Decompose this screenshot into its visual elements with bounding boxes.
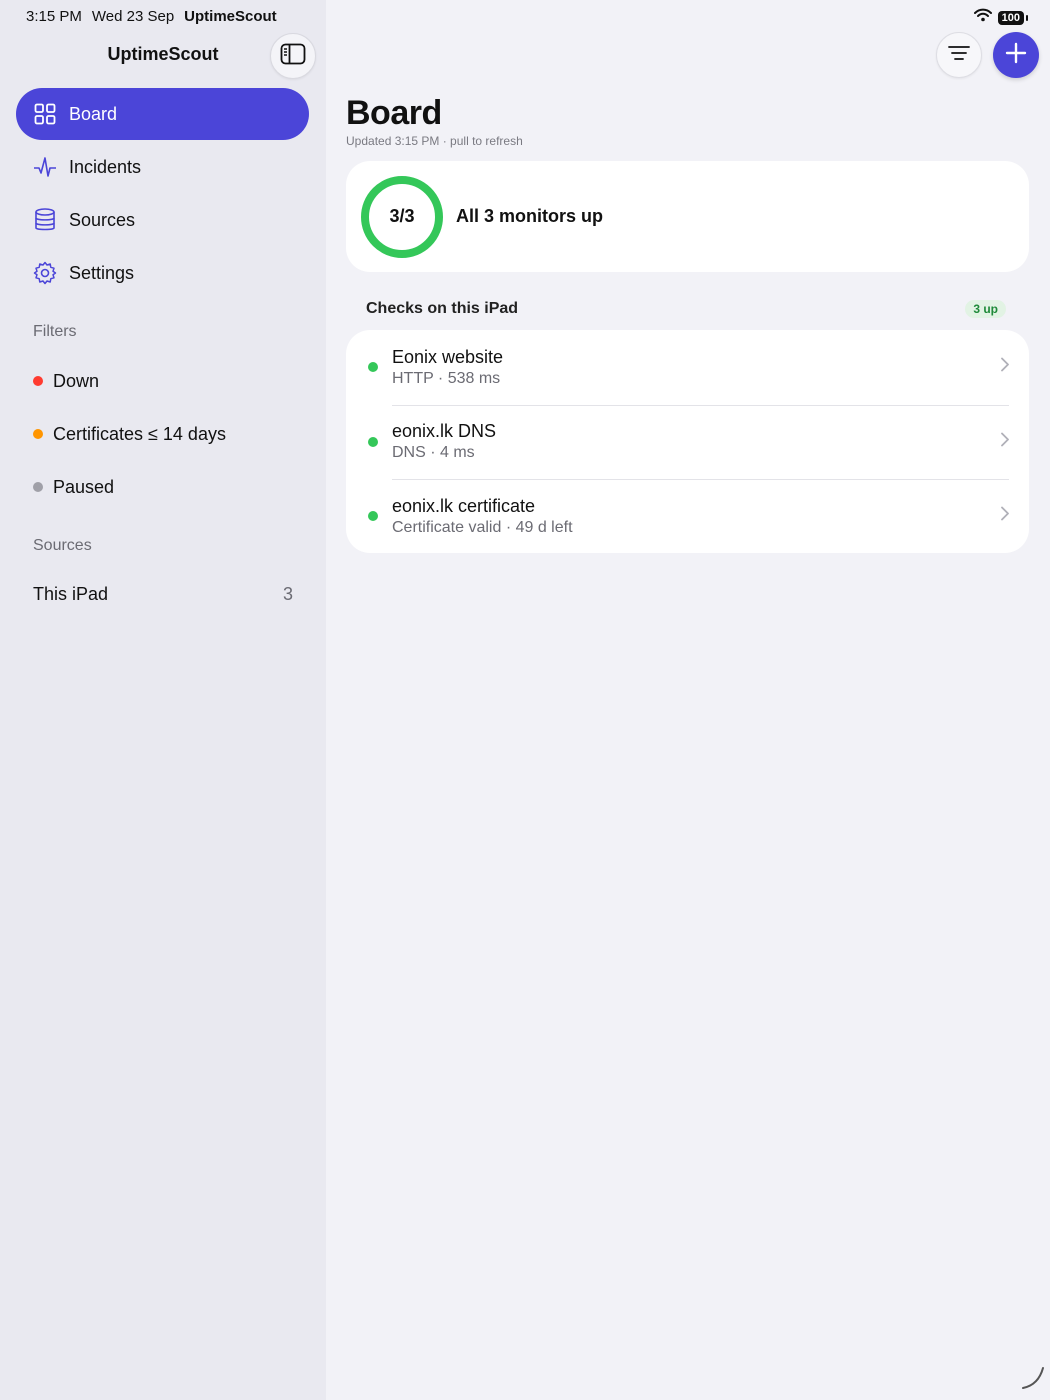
chevron-right-icon — [1000, 506, 1009, 526]
list-item[interactable]: eonix.lk certificate Certificate valid ·… — [346, 479, 1029, 553]
source-label: This iPad — [33, 584, 109, 604]
battery-indicator: 100 — [997, 10, 1029, 25]
check-detail: Certificate valid · 49 d left — [392, 518, 573, 536]
red-dot-icon — [33, 376, 43, 386]
status-app-name: UptimeScout — [184, 8, 277, 25]
checks-list-header: Checks on this iPad 3 up — [366, 300, 1006, 318]
filter-label: Certificates ≤ 14 days — [53, 423, 226, 444]
sidebar-item-label: Board — [69, 103, 118, 124]
uptime-ring: 3/3 — [361, 175, 443, 258]
summary-card: 3/3 All 3 monitors up — [346, 161, 1029, 272]
sidebar-item-label: Incidents — [69, 156, 142, 177]
check-name: Eonix website — [392, 346, 504, 367]
filter-lines-icon — [948, 45, 970, 66]
chevron-right-icon — [1000, 432, 1009, 451]
filter-paused[interactable]: Paused — [33, 472, 114, 502]
page-title: Board — [346, 94, 442, 132]
status-dot-icon — [368, 511, 378, 522]
list-item[interactable]: Eonix website HTTP · 538 ms — [346, 330, 1029, 405]
status-dot-icon — [368, 362, 378, 373]
database-icon — [33, 208, 57, 232]
sidebar-toggle-button[interactable] — [270, 33, 316, 79]
sidebar-item-board[interactable]: Board — [16, 88, 309, 140]
source-count: 3 — [282, 584, 293, 604]
sidebar: 3:15 PM Wed 23 Sep UptimeScout UptimeSco… — [0, 0, 326, 1400]
sources-section-label: Sources — [33, 537, 92, 554]
check-name: eonix.lk certificate — [392, 495, 536, 516]
wifi-icon — [973, 8, 992, 27]
status-bar-right: 100 — [973, 8, 1029, 27]
filter-down[interactable]: Down — [33, 366, 99, 396]
sidebar-item-incidents[interactable]: Incidents — [16, 141, 309, 193]
filter-label: Paused — [53, 476, 115, 497]
filter-button[interactable] — [936, 32, 982, 78]
grid-icon — [33, 102, 57, 126]
filters-section-label: Filters — [33, 323, 77, 340]
plus-icon — [1005, 42, 1027, 69]
pulse-icon — [33, 155, 57, 179]
source-item-this-ipad[interactable]: This iPad 3 — [33, 584, 293, 605]
check-detail: HTTP · 538 ms — [392, 369, 501, 387]
summary-text: All 3 monitors up — [456, 206, 604, 226]
add-monitor-button[interactable] — [993, 32, 1039, 78]
filter-label: Down — [53, 370, 100, 391]
sidebar-toggle-icon — [280, 43, 306, 70]
status-badge: 3 up — [965, 300, 1006, 318]
filter-certificates[interactable]: Certificates ≤ 14 days — [33, 419, 226, 449]
list-item[interactable]: eonix.lk DNS DNS · 4 ms — [346, 404, 1029, 480]
sidebar-item-label: Settings — [69, 262, 135, 283]
status-time: 3:15 PM — [26, 8, 82, 25]
check-detail: DNS · 4 ms — [392, 444, 475, 462]
sidebar-item-sources[interactable]: Sources — [16, 194, 309, 246]
status-date: Wed 23 Sep — [91, 8, 175, 25]
page-subtitle: Updated 3:15 PM · pull to refresh — [346, 134, 523, 148]
checks-list: Eonix website HTTP · 538 ms eonix.lk DNS… — [346, 330, 1029, 553]
orange-dot-icon — [33, 429, 43, 439]
uptime-ring-label: 3/3 — [389, 206, 415, 226]
app-root: 3:15 PM Wed 23 Sep UptimeScout UptimeSco… — [0, 0, 1050, 1400]
gray-dot-icon — [33, 482, 43, 492]
resize-handle-icon[interactable] — [1020, 1365, 1046, 1396]
status-dot-icon — [368, 436, 378, 447]
check-name: eonix.lk DNS — [392, 421, 497, 442]
sidebar-item-settings[interactable]: Settings — [16, 247, 309, 299]
checks-list-title: Checks on this iPad — [366, 300, 519, 317]
chevron-right-icon — [1000, 357, 1009, 377]
status-bar-left: 3:15 PM Wed 23 Sep UptimeScout — [26, 8, 277, 25]
sidebar-item-label: Sources — [69, 209, 136, 230]
gear-icon — [33, 261, 57, 285]
main-content: 100 Board Updated 3:15 PM · pull to refr… — [326, 0, 1050, 1400]
